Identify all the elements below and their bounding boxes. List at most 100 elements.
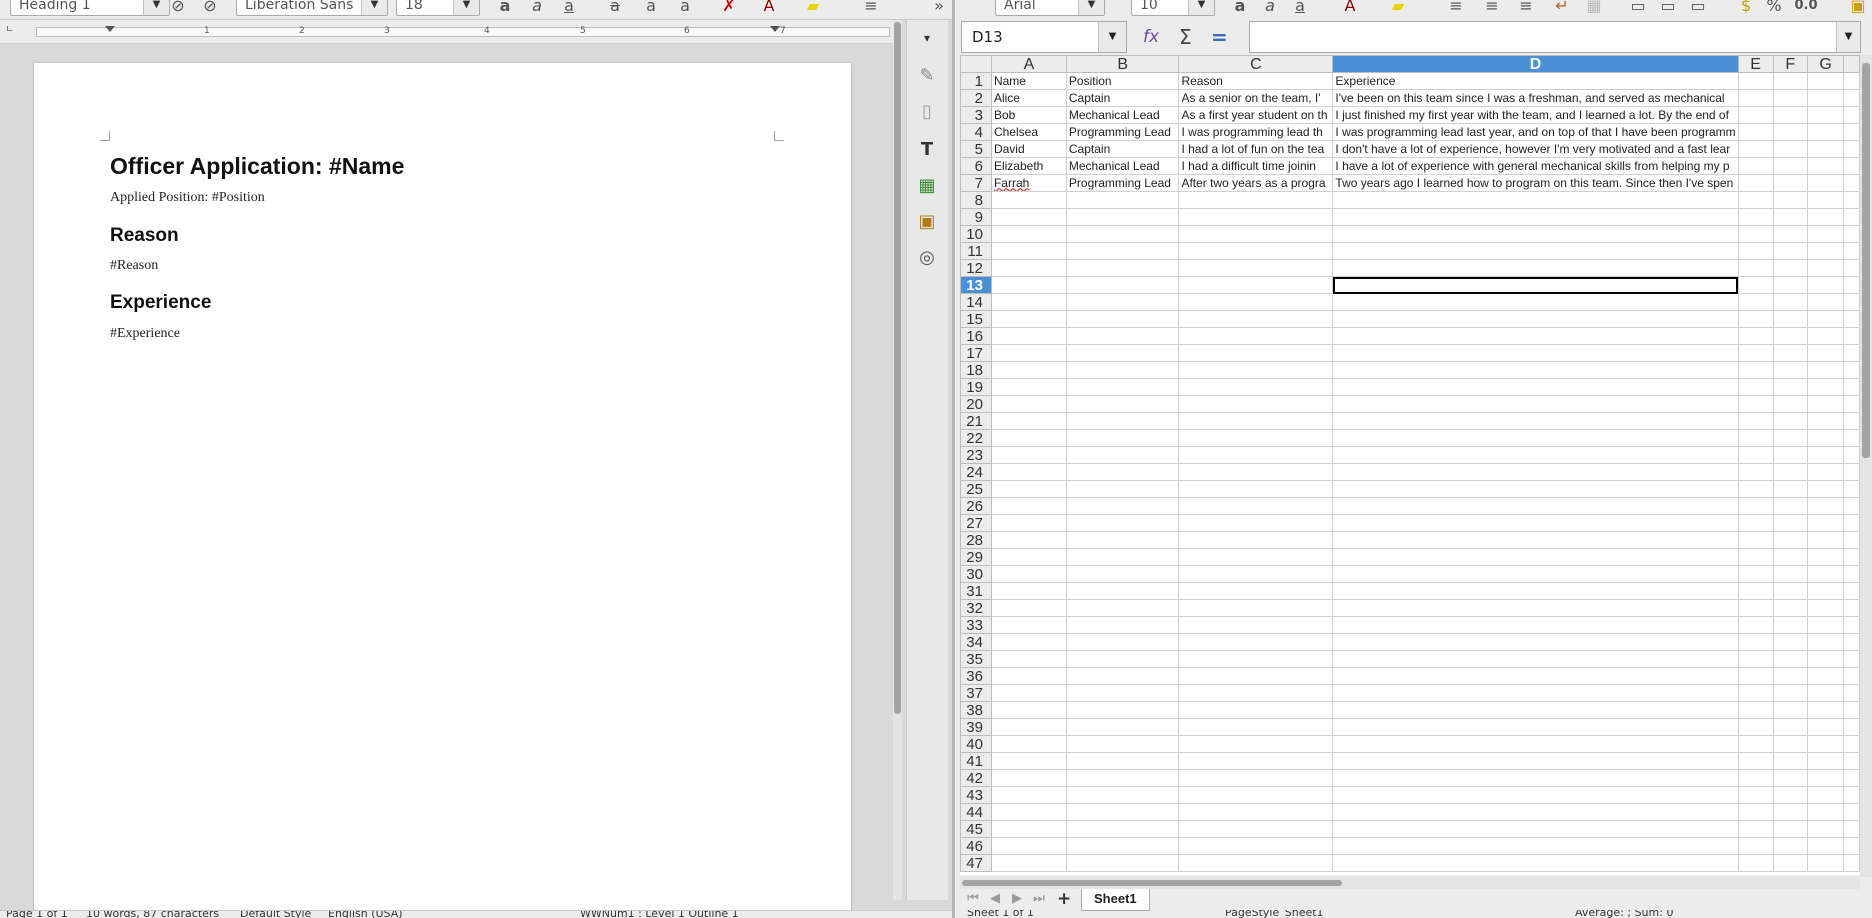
row-header[interactable]: 25 [960, 480, 992, 498]
cell[interactable] [1178, 191, 1334, 209]
cell[interactable] [1772, 157, 1808, 175]
cell[interactable] [1806, 667, 1845, 685]
superscript-icon[interactable]: a [640, 0, 662, 17]
cell[interactable] [1065, 633, 1180, 651]
cell[interactable] [1806, 803, 1845, 821]
cell[interactable] [1065, 531, 1180, 549]
cell[interactable] [1843, 89, 1860, 107]
row-header[interactable]: 23 [960, 446, 992, 464]
cell[interactable] [1332, 616, 1739, 634]
cell[interactable] [990, 429, 1067, 447]
cell[interactable] [1737, 497, 1774, 515]
cell[interactable] [1737, 786, 1774, 804]
cell[interactable] [1843, 429, 1860, 447]
highlight-icon[interactable]: ▰ [1387, 0, 1409, 17]
cell[interactable] [1065, 735, 1180, 753]
cell[interactable] [1772, 242, 1808, 260]
cell[interactable] [1178, 395, 1334, 413]
row-header[interactable]: 11 [960, 242, 992, 260]
cell[interactable] [1772, 225, 1808, 243]
cell[interactable] [1065, 327, 1180, 345]
cell[interactable] [1178, 463, 1334, 481]
cell[interactable] [1843, 140, 1860, 158]
cell[interactable] [1806, 752, 1845, 770]
cell[interactable] [990, 293, 1067, 311]
cell[interactable] [1806, 412, 1845, 430]
cell[interactable] [1737, 514, 1774, 532]
percent-icon[interactable]: % [1763, 0, 1785, 17]
cell[interactable] [1737, 599, 1774, 617]
cell[interactable] [990, 752, 1067, 770]
cell[interactable]: Elizabeth [990, 157, 1067, 175]
cell[interactable] [1332, 310, 1739, 328]
cell[interactable]: Farrah [990, 174, 1067, 192]
cell[interactable]: Captain [1065, 89, 1180, 107]
cell[interactable] [990, 565, 1067, 583]
gallery-icon[interactable]: ▦ [915, 174, 939, 198]
cell[interactable] [1843, 667, 1860, 685]
more-options-icon[interactable]: ▣ [1847, 0, 1869, 17]
cell[interactable] [1737, 463, 1774, 481]
cell[interactable] [1332, 514, 1739, 532]
cell[interactable] [1806, 140, 1845, 158]
row-header[interactable]: 47 [960, 854, 992, 872]
row-header[interactable]: 12 [960, 259, 992, 277]
column-header[interactable]: B [1065, 55, 1180, 73]
cell[interactable] [990, 446, 1067, 464]
row-header[interactable]: 34 [960, 633, 992, 651]
cell[interactable] [1806, 599, 1845, 617]
cell[interactable] [1332, 259, 1739, 277]
cell[interactable] [1065, 701, 1180, 719]
horizontal-ruler[interactable]: ∟ 1 2 3 4 5 6 7 [0, 20, 900, 44]
cell[interactable] [1737, 854, 1774, 872]
cell[interactable] [1065, 752, 1180, 770]
cell[interactable] [1806, 344, 1845, 362]
cell[interactable] [1806, 548, 1845, 566]
cell[interactable] [1843, 225, 1860, 243]
cell[interactable]: Programming Lead [1065, 174, 1180, 192]
cell[interactable] [1843, 599, 1860, 617]
cell[interactable] [1737, 633, 1774, 651]
cell[interactable] [1772, 684, 1808, 702]
first-sheet-icon[interactable]: ⏮ [963, 889, 983, 909]
cell[interactable] [1332, 378, 1739, 396]
cell[interactable]: Programming Lead [1065, 123, 1180, 141]
cell[interactable]: Two years ago I learned how to program o… [1332, 174, 1739, 192]
cell[interactable] [1737, 446, 1774, 464]
cell[interactable] [1843, 208, 1860, 226]
row-header[interactable]: 39 [960, 718, 992, 736]
cell[interactable] [1178, 327, 1334, 345]
cell[interactable] [1178, 803, 1334, 821]
cell[interactable] [990, 480, 1067, 498]
add-sheet-icon[interactable]: + [1057, 889, 1071, 909]
cell[interactable] [990, 650, 1067, 668]
cell[interactable] [1065, 803, 1180, 821]
row-header[interactable]: 2 [960, 89, 992, 107]
cell[interactable] [1843, 803, 1860, 821]
cell[interactable] [1843, 157, 1860, 175]
manage-changes-icon[interactable]: ▣ [915, 210, 939, 234]
cell[interactable] [1737, 106, 1774, 124]
cell[interactable] [1737, 752, 1774, 770]
font-color-icon[interactable]: A [1339, 0, 1361, 17]
cell[interactable] [1806, 310, 1845, 328]
cell[interactable] [1772, 735, 1808, 753]
formula-equals-icon[interactable]: = [1211, 24, 1228, 50]
cell[interactable] [1332, 497, 1739, 515]
cell[interactable] [1772, 89, 1808, 107]
sum-icon[interactable]: Σ [1179, 24, 1192, 50]
cell[interactable] [1772, 701, 1808, 719]
cell[interactable] [1806, 837, 1845, 855]
cell[interactable] [1065, 650, 1180, 668]
cell[interactable] [1332, 803, 1739, 821]
cell[interactable] [990, 395, 1067, 413]
cell[interactable] [1772, 565, 1808, 583]
cell[interactable] [1843, 361, 1860, 379]
cell[interactable] [1737, 259, 1774, 277]
cell[interactable] [1737, 293, 1774, 311]
update-style-icon[interactable]: ⊘ [167, 0, 189, 17]
cell[interactable] [1178, 514, 1334, 532]
chevron-down-icon[interactable]: ▼ [143, 0, 169, 15]
row-header[interactable]: 7 [960, 174, 992, 192]
cell[interactable] [1737, 174, 1774, 192]
